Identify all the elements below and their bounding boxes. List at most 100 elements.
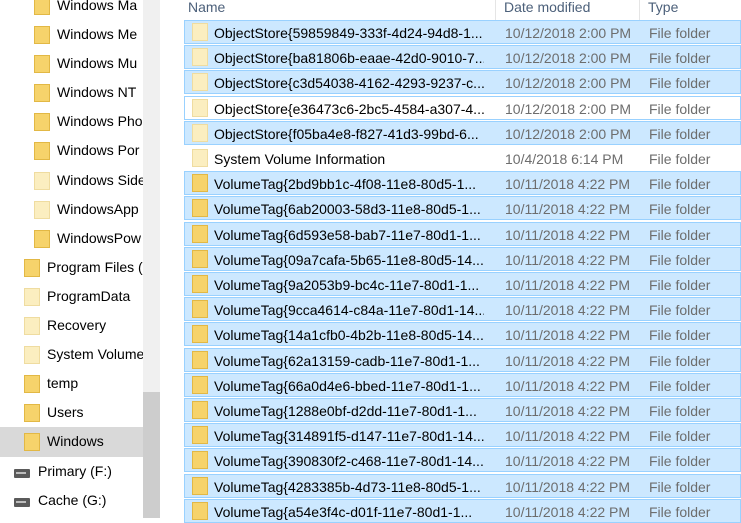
nav-drive-item[interactable]: Primary (F:) xyxy=(0,457,143,486)
file-row[interactable]: ObjectStore{e36473c6-2bc5-4584-a307-4...… xyxy=(184,95,741,120)
folder-icon xyxy=(192,451,208,470)
file-row[interactable]: VolumeTag{62a13159-cadb-11e7-80d1-1... 10… xyxy=(184,347,741,372)
file-type: File folder xyxy=(649,352,711,369)
column-header-type[interactable]: Type xyxy=(640,0,741,20)
file-row[interactable]: ObjectStore{f05ba4e8-f827-41d3-99bd-6...… xyxy=(184,120,741,145)
scrollbar-thumb[interactable] xyxy=(143,392,160,518)
file-row[interactable]: VolumeTag{314891f5-d147-11e7-80d1-14... 1… xyxy=(184,423,741,448)
nav-item-label: Program Files ( xyxy=(47,258,143,275)
file-type: File folder xyxy=(649,50,711,67)
file-row[interactable]: System Volume Information 10/4/2018 6:14 … xyxy=(184,146,741,170)
file-type: File folder xyxy=(649,302,711,319)
folder-icon xyxy=(192,325,208,344)
column-header: Name Date modified Type xyxy=(160,0,741,20)
folder-icon xyxy=(34,84,50,103)
file-date-modified: 10/11/2018 4:22 PM xyxy=(505,377,631,394)
folder-icon xyxy=(192,98,208,117)
file-name: VolumeTag{09a7cafa-5b65-11e8-80d5-14... xyxy=(214,251,484,268)
nav-item-label: Windows Me xyxy=(57,26,138,43)
nav-folder-item[interactable]: Windows Ma xyxy=(0,0,143,20)
nav-folder-item[interactable]: Windows NT xyxy=(0,78,143,107)
file-row[interactable]: ObjectStore{c3d54038-4162-4293-9237-c...… xyxy=(184,70,741,95)
file-type: File folder xyxy=(649,503,711,520)
nav-folder-item[interactable]: Recovery xyxy=(0,311,143,340)
folder-icon xyxy=(192,199,208,218)
nav-item-label: Windows Ma xyxy=(57,0,138,13)
file-row[interactable]: VolumeTag{1288e0bf-d2dd-11e7-80d1-1... 10… xyxy=(184,398,741,422)
file-row[interactable]: VolumeTag{4283385b-4d73-11e8-80d5-1... 10… xyxy=(184,473,741,498)
file-row[interactable]: VolumeTag{9a2053b9-bc4c-11e7-80d1-1... 10… xyxy=(184,272,741,296)
folder-icon xyxy=(34,171,50,190)
file-type: File folder xyxy=(649,125,711,142)
nav-folder-item[interactable]: System Volume xyxy=(0,340,143,369)
file-name: ObjectStore{c3d54038-4162-4293-9237-c... xyxy=(214,75,484,92)
folder-icon xyxy=(192,375,208,394)
file-type: File folder xyxy=(649,277,711,293)
file-name: VolumeTag{9cca4614-c84a-11e7-80d1-14... xyxy=(214,302,484,319)
folder-icon xyxy=(192,48,208,67)
file-row[interactable]: VolumeTag{6d593e58-bab7-11e7-80d1-1... 10… xyxy=(184,221,741,246)
navigation-tree: Windows Ma Windows Me Windows Mu Windows NT… xyxy=(0,0,143,515)
file-date-modified: 10/11/2018 4:22 PM xyxy=(505,226,631,243)
folder-icon xyxy=(192,149,208,167)
file-row[interactable]: ObjectStore{ba81806b-eaae-42d0-9010-7...… xyxy=(184,45,741,70)
file-row[interactable]: VolumeTag{09a7cafa-5b65-11e8-80d5-14... 1… xyxy=(184,246,741,271)
file-name: VolumeTag{9a2053b9-bc4c-11e7-80d1-1... xyxy=(214,277,480,293)
folder-icon xyxy=(192,174,208,193)
file-name: VolumeTag{4283385b-4d73-11e8-80d5-1... xyxy=(214,478,481,495)
folder-icon xyxy=(192,123,208,142)
nav-folder-item[interactable]: Windows xyxy=(0,427,143,457)
nav-folder-item[interactable]: temp xyxy=(0,369,143,398)
file-date-modified: 10/12/2018 2:00 PM xyxy=(505,125,632,142)
file-name: VolumeTag{314891f5-d147-11e7-80d1-14... xyxy=(214,428,484,445)
nav-item-label: System Volume xyxy=(47,346,143,363)
file-type: File folder xyxy=(649,377,711,394)
folder-icon xyxy=(192,501,208,520)
file-name: VolumeTag{2bd9bb1c-4f08-11e8-80d5-1... xyxy=(214,176,477,193)
column-header-date-modified[interactable]: Date modified xyxy=(496,0,640,20)
file-type: File folder xyxy=(649,403,711,419)
folder-icon xyxy=(192,249,208,268)
folder-icon xyxy=(24,404,40,423)
file-name: ObjectStore{f05ba4e8-f827-41d3-99bd-6... xyxy=(214,125,479,142)
nav-folder-item[interactable]: Program Files ( xyxy=(0,253,143,282)
folder-icon xyxy=(192,426,208,445)
folder-icon xyxy=(34,200,50,219)
file-name: ObjectStore{ba81806b-eaae-42d0-9010-7... xyxy=(214,50,484,67)
folder-icon xyxy=(24,375,40,394)
file-type: File folder xyxy=(649,201,711,218)
file-name: ObjectStore{e36473c6-2bc5-4584-a307-4... xyxy=(214,100,484,117)
column-header-name[interactable]: Name xyxy=(160,0,496,20)
file-row[interactable]: ObjectStore{59859849-333f-4d24-94d8-1...… xyxy=(184,20,741,44)
nav-item-label: Windows Pho xyxy=(57,113,143,130)
nav-folder-item[interactable]: ProgramData xyxy=(0,282,143,311)
file-row[interactable]: VolumeTag{66a0d4e6-bbed-11e7-80d1-1... 10… xyxy=(184,372,741,397)
file-row[interactable]: VolumeTag{14a1cfb0-4b2b-11e8-80d5-14... 1… xyxy=(184,322,741,347)
nav-folder-item[interactable]: Users xyxy=(0,398,143,427)
nav-drive-item[interactable]: Cache (G:) xyxy=(0,486,143,515)
file-row[interactable]: VolumeTag{2bd9bb1c-4f08-11e8-80d5-1... 10… xyxy=(184,171,741,196)
file-row[interactable]: VolumeTag{9cca4614-c84a-11e7-80d1-14... 1… xyxy=(184,297,741,322)
file-row[interactable]: VolumeTag{6ab20003-58d3-11e8-80d5-1... 10… xyxy=(184,196,741,221)
file-row[interactable]: VolumeTag{390830f2-c468-11e7-80d1-14... 1… xyxy=(184,448,741,473)
file-type: File folder xyxy=(649,453,711,470)
file-type: File folder xyxy=(649,226,711,243)
folder-icon xyxy=(34,55,50,74)
file-date-modified: 10/11/2018 4:22 PM xyxy=(505,352,631,369)
navigation-scrollbar[interactable] xyxy=(143,0,160,518)
file-date-modified: 10/11/2018 4:22 PM xyxy=(505,478,631,495)
navigation-pane: Windows Ma Windows Me Windows Mu Windows NT… xyxy=(0,0,143,518)
file-date-modified: 10/11/2018 4:22 PM xyxy=(505,302,631,319)
nav-folder-item[interactable]: Windows Pho xyxy=(0,107,143,136)
nav-item-label: WindowsPow xyxy=(57,229,142,246)
file-row[interactable]: VolumeTag{a54e3f4c-d01f-11e7-80d1-1... 10… xyxy=(184,498,741,523)
nav-folder-item[interactable]: WindowsApp xyxy=(0,195,143,224)
nav-folder-item[interactable]: Windows Side xyxy=(0,166,143,195)
nav-folder-item[interactable]: Windows Por xyxy=(0,136,143,165)
nav-folder-item[interactable]: Windows Me xyxy=(0,20,143,49)
file-name: VolumeTag{1288e0bf-d2dd-11e7-80d1-1... xyxy=(214,403,477,419)
nav-folder-item[interactable]: WindowsPow xyxy=(0,224,143,253)
file-date-modified: 10/12/2018 2:00 PM xyxy=(505,50,632,67)
nav-item-label: Windows NT xyxy=(57,84,137,101)
nav-folder-item[interactable]: Windows Mu xyxy=(0,49,143,78)
